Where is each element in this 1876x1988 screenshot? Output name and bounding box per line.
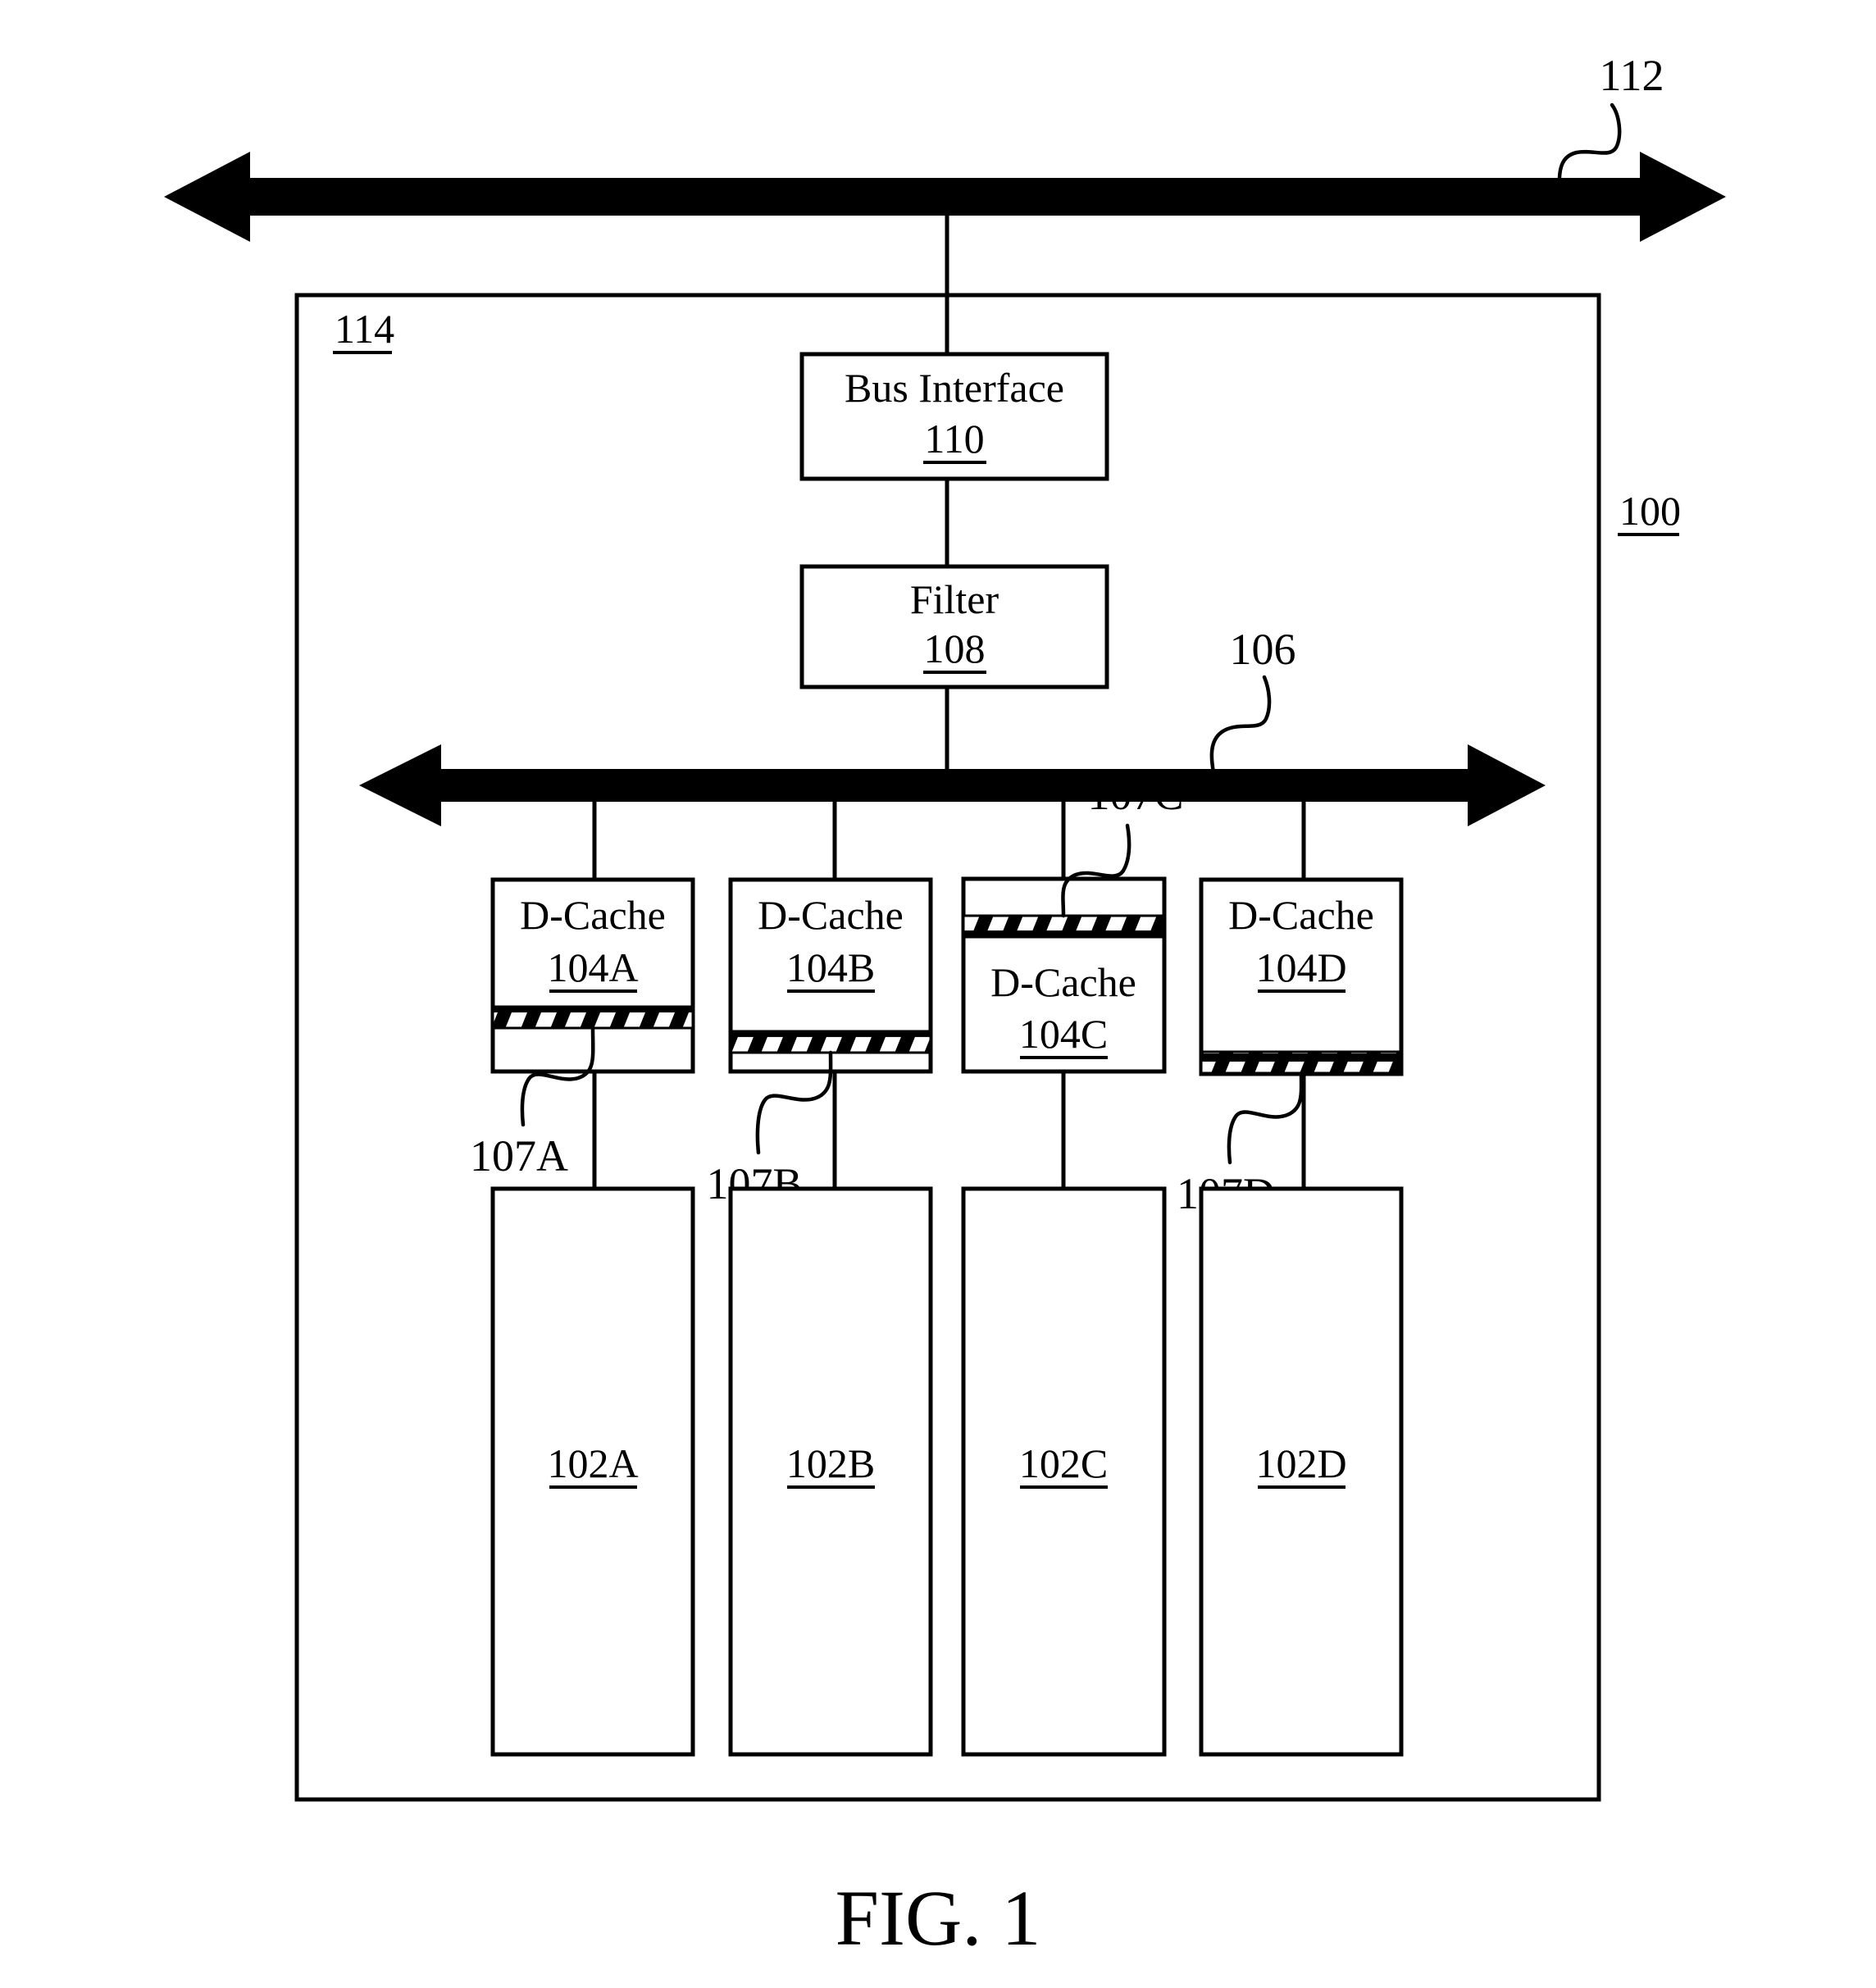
ref-112: 112: [1600, 51, 1664, 100]
processor-block-c: 102C: [961, 1186, 1167, 1757]
d-cache-ref-c: 104C: [1019, 1011, 1108, 1057]
processor-block-a: 102A: [490, 1186, 695, 1757]
processor-ref-d: 102D: [1255, 1440, 1346, 1486]
d-cache-block-b: D-Cache 104B: [728, 877, 933, 1074]
hatched-band-icon-d: [1201, 1052, 1401, 1073]
ref-106: 106: [1230, 625, 1296, 674]
d-cache-title-d: D-Cache: [1228, 892, 1374, 938]
d-cache-ref-d: 104D: [1255, 944, 1346, 990]
bus-interface-ref: 110: [924, 416, 984, 462]
hatched-band-icon-a: [493, 1007, 693, 1028]
d-cache-ref-b: 104B: [786, 944, 875, 990]
patent-figure-1: 112 114 100 Bus Interface 110 Filter 108: [0, 0, 1876, 1988]
d-cache-title-c: D-Cache: [990, 959, 1136, 1005]
d-cache-ref-a: 104A: [547, 944, 638, 990]
filter-block: Filter 108: [799, 564, 1109, 689]
processor-block-b: 102B: [728, 1186, 933, 1757]
bus-interface-block: Bus Interface 110: [799, 352, 1109, 481]
filter-ref: 108: [924, 626, 986, 671]
d-cache-block-d: D-Cache 104D: [1199, 877, 1404, 1076]
ref-100: 100: [1619, 488, 1681, 534]
ref-107c: 107C: [1087, 770, 1183, 819]
processor-ref-b: 102B: [786, 1440, 875, 1486]
figure-canvas: 112 114 100 Bus Interface 110 Filter 108: [164, 51, 1726, 1962]
hatched-band-icon-b: [731, 1031, 931, 1053]
ref-107a: 107A: [470, 1131, 568, 1181]
d-cache-title-a: D-Cache: [520, 892, 666, 938]
d-cache-title-b: D-Cache: [758, 892, 904, 938]
filter-title: Filter: [910, 576, 999, 622]
bus-arrow-icon: [359, 744, 1546, 826]
processor-ref-a: 102A: [547, 1440, 638, 1486]
figure-caption: FIG. 1: [836, 1874, 1041, 1962]
hatched-band-icon-c: [963, 916, 1164, 937]
ref-114: 114: [335, 306, 394, 352]
bus-interface-title: Bus Interface: [845, 365, 1064, 411]
processor-block-d: 102D: [1199, 1186, 1404, 1757]
internal-bus-106: [359, 744, 1546, 826]
leader-line-107d: [1227, 1071, 1304, 1165]
processor-ref-c: 102C: [1019, 1440, 1108, 1486]
